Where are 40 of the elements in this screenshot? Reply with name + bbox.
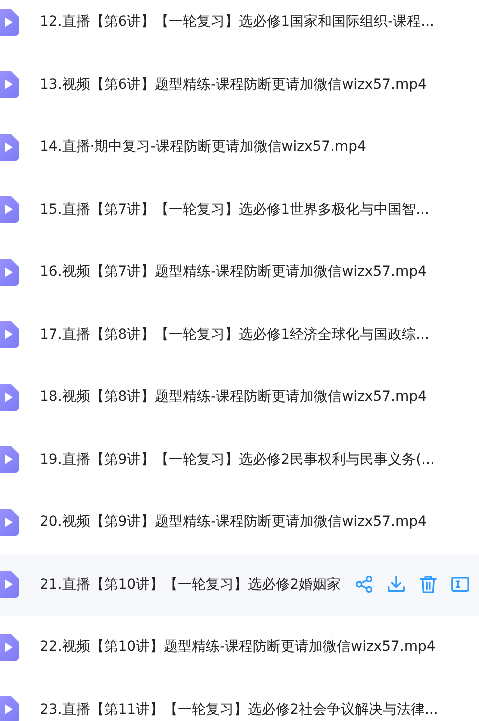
video-file-icon	[0, 71, 19, 98]
file-row[interactable]: 23.直播【第11讲】【一轮复习】选必修2社会争议解决与法律...	[0, 678, 479, 721]
file-row[interactable]: 12.直播【第6讲】【一轮复习】选必修1国家和国际组织-课程...	[0, 0, 479, 54]
file-name: 21.直播【第10讲】【一轮复习】选必修2婚姻家	[40, 576, 341, 594]
file-name: 18.视频【第8讲】题型精练-课程防断更请加微信wizx57.mp4	[40, 388, 427, 406]
file-name: 22.视频【第10讲】题型精练-课程防断更请加微信wizx57.mp4	[40, 638, 436, 656]
file-row[interactable]: 20.视频【第9讲】题型精练-课程防断更请加微信wizx57.mp4	[0, 491, 479, 554]
video-file-icon	[0, 8, 19, 36]
file-row[interactable]: 13.视频【第6讲】题型精练-课程防断更请加微信wizx57.mp4	[0, 54, 479, 116]
video-file-icon	[0, 508, 19, 536]
file-name: 12.直播【第6讲】【一轮复习】选必修1国家和国际组织-课程...	[40, 13, 434, 32]
download-icon[interactable]	[387, 575, 406, 594]
share-icon[interactable]	[355, 575, 374, 594]
file-row[interactable]: 21.直播【第10讲】【一轮复习】选必修2婚姻家	[0, 554, 479, 616]
video-file-icon	[0, 258, 19, 286]
file-name: 15.直播【第7讲】【一轮复习】选必修1世界多极化与中国智...	[40, 200, 430, 219]
file-name: 14.直播·期中复习-课程防断更请加微信wizx57.mp4	[40, 138, 366, 156]
file-name: 17.直播【第8讲】【一轮复习】选必修1经济全球化与国政综...	[40, 326, 430, 344]
file-row[interactable]: 15.直播【第7讲】【一轮复习】选必修1世界多极化与中国智...	[0, 178, 479, 241]
video-file-icon	[0, 134, 19, 161]
video-file-icon	[0, 696, 19, 721]
trash-icon[interactable]	[419, 575, 438, 594]
video-file-icon	[0, 196, 19, 224]
video-file-icon	[0, 571, 19, 598]
file-row[interactable]: 22.视频【第10讲】题型精练-课程防断更请加微信wizx57.mp4	[0, 616, 479, 678]
file-name: 23.直播【第11讲】【一轮复习】选必修2社会争议解决与法律...	[40, 700, 438, 719]
video-file-icon	[0, 384, 19, 411]
file-row[interactable]: 16.视频【第7讲】题型精练-课程防断更请加微信wizx57.mp4	[0, 241, 479, 304]
text-box-icon[interactable]	[451, 575, 470, 594]
video-file-icon	[0, 634, 19, 661]
file-name: 20.视频【第9讲】题型精练-课程防断更请加微信wizx57.mp4	[40, 513, 427, 532]
file-row[interactable]: 18.视频【第8讲】题型精练-课程防断更请加微信wizx57.mp4	[0, 366, 479, 428]
file-name: 16.视频【第7讲】题型精练-课程防断更请加微信wizx57.mp4	[40, 263, 427, 282]
file-name: 13.视频【第6讲】题型精练-课程防断更请加微信wizx57.mp4	[40, 76, 427, 94]
file-row[interactable]: 14.直播·期中复习-课程防断更请加微信wizx57.mp4	[0, 116, 479, 178]
video-file-icon	[0, 446, 19, 474]
file-name: 19.直播【第9讲】【一轮复习】选必修2民事权利与民事义务(...	[40, 450, 435, 469]
file-row[interactable]: 17.直播【第8讲】【一轮复习】选必修1经济全球化与国政综...	[0, 304, 479, 366]
file-row[interactable]: 19.直播【第9讲】【一轮复习】选必修2民事权利与民事义务(...	[0, 428, 479, 491]
video-file-icon	[0, 321, 19, 348]
